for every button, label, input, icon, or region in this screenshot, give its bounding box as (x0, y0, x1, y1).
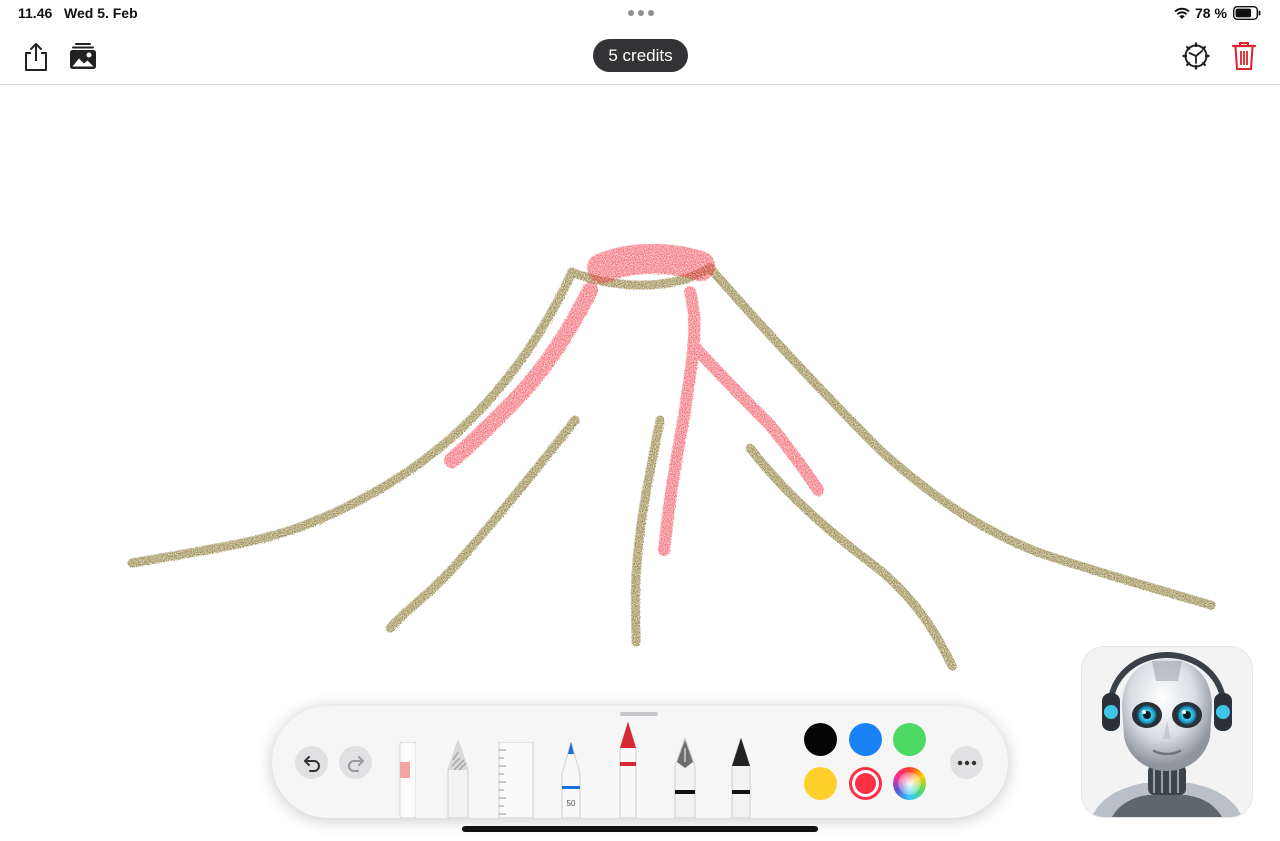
credits-badge[interactable]: 5 credits (593, 39, 688, 72)
pen-tool[interactable]: 50 (558, 742, 584, 818)
redo-button[interactable] (339, 746, 372, 779)
undo-button[interactable] (295, 746, 328, 779)
robot-face-icon (1082, 647, 1252, 817)
more-icon (957, 760, 976, 765)
pen-width-label: 50 (566, 799, 576, 808)
ruler-tool[interactable] (498, 742, 534, 818)
color-swatch-red-selected[interactable] (849, 767, 882, 800)
undo-icon (303, 755, 320, 772)
color-swatch-yellow[interactable] (804, 767, 837, 800)
marker-tool[interactable] (726, 738, 756, 818)
trash-icon (1231, 42, 1257, 70)
delete-button[interactable] (1228, 39, 1260, 73)
share-icon (25, 43, 47, 71)
more-options-button[interactable] (950, 746, 983, 779)
status-date: Wed 5. Feb (64, 5, 138, 21)
color-picker-wheel[interactable] (893, 767, 926, 800)
eraser-tool[interactable] (398, 742, 416, 818)
palette-grab-handle[interactable] (620, 712, 658, 716)
color-swatch-green[interactable] (893, 723, 926, 756)
fountain-pen-tool[interactable] (670, 738, 700, 818)
color-swatch-black[interactable] (804, 723, 837, 756)
pencil-tool[interactable] (444, 740, 472, 818)
share-button[interactable] (20, 40, 52, 74)
tool-palette: 50 (272, 706, 1008, 818)
crayon-tool[interactable] (614, 722, 642, 818)
top-toolbar: 5 credits (0, 28, 1280, 85)
settings-button[interactable] (1180, 40, 1212, 72)
status-time: 11.46 (18, 5, 53, 21)
multitasking-dots-icon[interactable] (628, 10, 654, 16)
home-indicator[interactable] (462, 826, 818, 832)
color-swatch-blue[interactable] (849, 723, 882, 756)
photo-gallery-icon (70, 43, 96, 69)
battery-percentage: 78 % (1195, 5, 1227, 21)
redo-icon (347, 755, 364, 772)
battery-icon (1233, 6, 1261, 20)
settings-icon (1182, 42, 1210, 70)
photo-gallery-button[interactable] (66, 40, 100, 72)
status-bar: 11.46 Wed 5. Feb 78 % (0, 0, 1280, 28)
wifi-icon (1174, 7, 1190, 19)
robot-assistant-avatar[interactable] (1082, 647, 1252, 817)
